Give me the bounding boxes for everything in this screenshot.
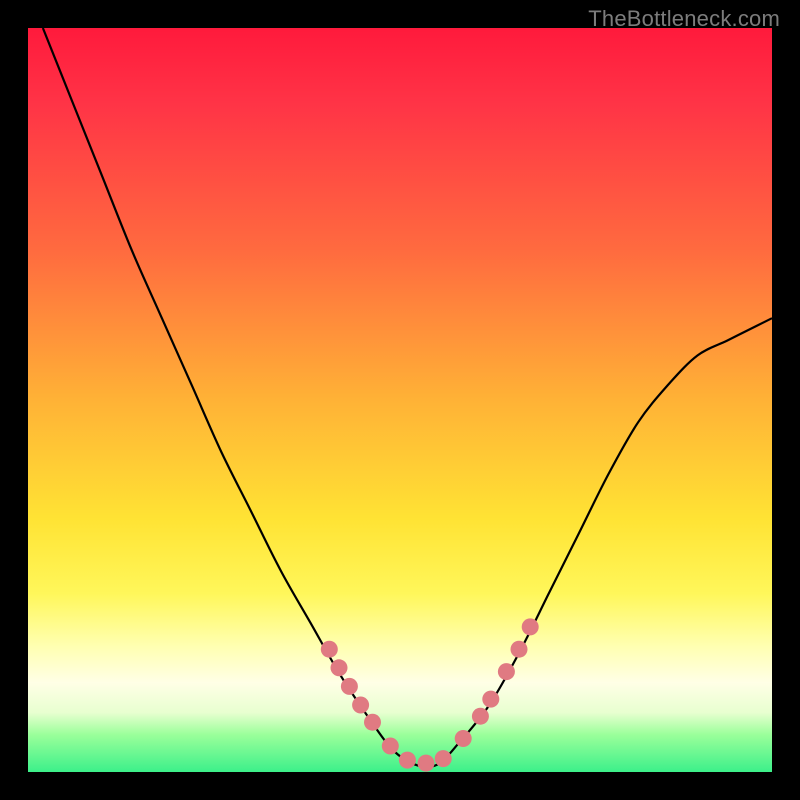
curve-marker (321, 641, 338, 658)
curve-marker (472, 708, 489, 725)
curve-marker (498, 663, 515, 680)
chart-frame: TheBottleneck.com (0, 0, 800, 800)
curve-marker (511, 641, 528, 658)
curve-marker (522, 618, 539, 635)
bottleneck-curve (43, 28, 772, 767)
curve-marker (352, 697, 369, 714)
curve-marker (399, 752, 416, 769)
curve-marker (455, 730, 472, 747)
curve-marker (382, 738, 399, 755)
curve-marker (418, 755, 435, 772)
plot-container (28, 28, 772, 772)
curve-layer (28, 28, 772, 772)
curve-marker (331, 659, 348, 676)
curve-marker (341, 678, 358, 695)
curve-marker (435, 750, 452, 767)
curve-marker (364, 714, 381, 731)
curve-marker (482, 691, 499, 708)
